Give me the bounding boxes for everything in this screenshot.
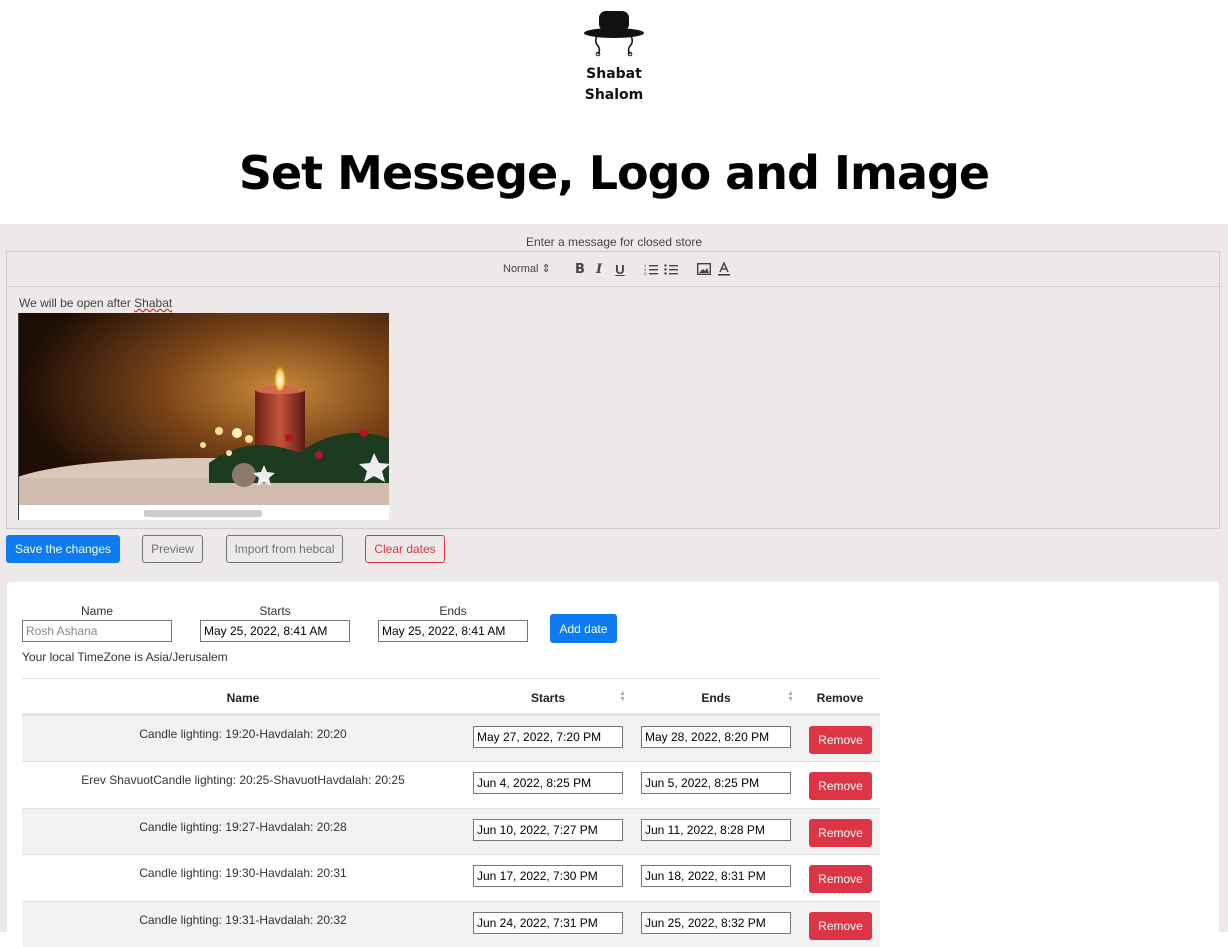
candle-image[interactable] [18, 313, 389, 520]
col-ends[interactable]: Ends ▲ ▼ [632, 679, 800, 716]
bold-icon[interactable]: B [572, 261, 588, 277]
ends-label: Ends [439, 604, 467, 618]
logo: Shabat Shalom [583, 8, 645, 106]
row-name: Candle lighting: 19:31-Havdalah: 20:32 [139, 913, 347, 927]
name-label: Name [80, 604, 113, 618]
text-color-icon[interactable] [716, 261, 732, 277]
col-starts[interactable]: Starts ▲ ▼ [464, 679, 632, 716]
image-resize-bar[interactable] [144, 510, 262, 517]
col-remove: Remove [816, 690, 864, 705]
svg-text:3: 3 [644, 271, 647, 275]
remove-button[interactable]: Remove [809, 726, 872, 754]
italic-icon[interactable]: I [591, 261, 607, 277]
message-word: Shabat [134, 296, 173, 310]
message-label: Enter a message for closed store [525, 235, 703, 249]
message-text: We will be open after [19, 296, 135, 310]
header: Shabat Shalom Set Messege, Logo and Imag… [0, 0, 1228, 224]
logo-text: Shabat Shalom [583, 64, 645, 106]
editor-area: Enter a message for closed store Normal … [0, 224, 1228, 947]
remove-button[interactable]: Remove [809, 912, 872, 940]
underline-icon[interactable]: U [612, 261, 628, 277]
format-select[interactable]: Normal ⇕ [503, 262, 551, 275]
timezone-text: Your local TimeZone is Asia/Jerusalem [22, 650, 228, 664]
row-starts-input[interactable]: Jun 4, 2022, 8:25 PM [473, 772, 623, 794]
row-ends-input[interactable]: Jun 18, 2022, 8:31 PM [641, 865, 791, 887]
editor-toolbar: Normal ⇕ B I U 123 [7, 252, 1219, 287]
sort-icon: ▲ ▼ [787, 690, 794, 703]
format-select-value: Normal [503, 263, 539, 275]
page-title: Set Messege, Logo and Image [238, 146, 990, 200]
sort-icon: ▲ ▼ [619, 690, 626, 703]
col-name[interactable]: Name [22, 679, 464, 716]
remove-button[interactable]: Remove [809, 772, 872, 800]
row-name: Candle lighting: 19:30-Havdalah: 20:31 [139, 866, 347, 880]
row-starts-input[interactable]: May 27, 2022, 7:20 PM [473, 726, 623, 748]
row-name: Candle lighting: 19:27-Havdalah: 20:28 [139, 820, 347, 834]
row-starts-input[interactable]: Jun 10, 2022, 7:27 PM [473, 819, 623, 841]
name-input[interactable] [22, 620, 172, 642]
table-header: Name Starts ▲ ▼ Ends ▲ ▼ Remove [22, 678, 880, 715]
table-row: Candle lighting: 19:20-Havdalah: 20:20 M… [22, 715, 880, 761]
row-starts-input[interactable]: Jun 24, 2022, 7:31 PM [473, 912, 623, 934]
clear-dates-button[interactable]: Clear dates [365, 535, 445, 563]
ordered-list-icon[interactable]: 123 [643, 261, 659, 277]
row-name: Erev ShavuotCandle lighting: 20:25-Shavu… [81, 773, 405, 787]
starts-label: Starts [259, 604, 291, 618]
dates-card: Name Starts Ends Add date Your local Tim… [7, 582, 1219, 947]
table-row: Candle lighting: 19:31-Havdalah: 20:32 J… [22, 901, 880, 947]
save-button[interactable]: Save the changes [6, 535, 120, 563]
image-icon[interactable] [696, 261, 712, 277]
updown-icon: ⇕ [541, 263, 551, 275]
hat-icon [584, 11, 644, 57]
row-ends-input[interactable]: Jun 5, 2022, 8:25 PM [641, 772, 791, 794]
bullet-list-icon[interactable] [663, 261, 679, 277]
logo-line1: Shabat [586, 66, 642, 82]
remove-button[interactable]: Remove [809, 865, 872, 893]
row-starts-input[interactable]: Jun 17, 2022, 7:30 PM [473, 865, 623, 887]
add-date-button[interactable]: Add date [550, 614, 617, 643]
ends-input[interactable] [378, 620, 528, 642]
rich-text-editor[interactable]: Normal ⇕ B I U 123 We will be open after… [6, 251, 1220, 529]
table-row: Candle lighting: 19:27-Havdalah: 20:28 J… [22, 808, 880, 854]
row-ends-input[interactable]: Jun 11, 2022, 8:28 PM [641, 819, 791, 841]
table-row: Erev ShavuotCandle lighting: 20:25-Shavu… [22, 761, 880, 807]
row-name: Candle lighting: 19:20-Havdalah: 20:20 [139, 727, 347, 741]
row-ends-input[interactable]: Jun 25, 2022, 8:32 PM [641, 912, 791, 934]
preview-button[interactable]: Preview [142, 535, 203, 563]
col-ends-label: Ends [701, 690, 731, 705]
logo-line2: Shalom [584, 87, 644, 103]
row-ends-input[interactable]: May 28, 2022, 8:20 PM [641, 726, 791, 748]
remove-button[interactable]: Remove [809, 819, 872, 847]
import-hebcal-button[interactable]: Import from hebcal [226, 535, 343, 563]
starts-input[interactable] [200, 620, 350, 642]
col-starts-label: Starts [530, 690, 565, 705]
table-row: Candle lighting: 19:30-Havdalah: 20:31 J… [22, 854, 880, 900]
